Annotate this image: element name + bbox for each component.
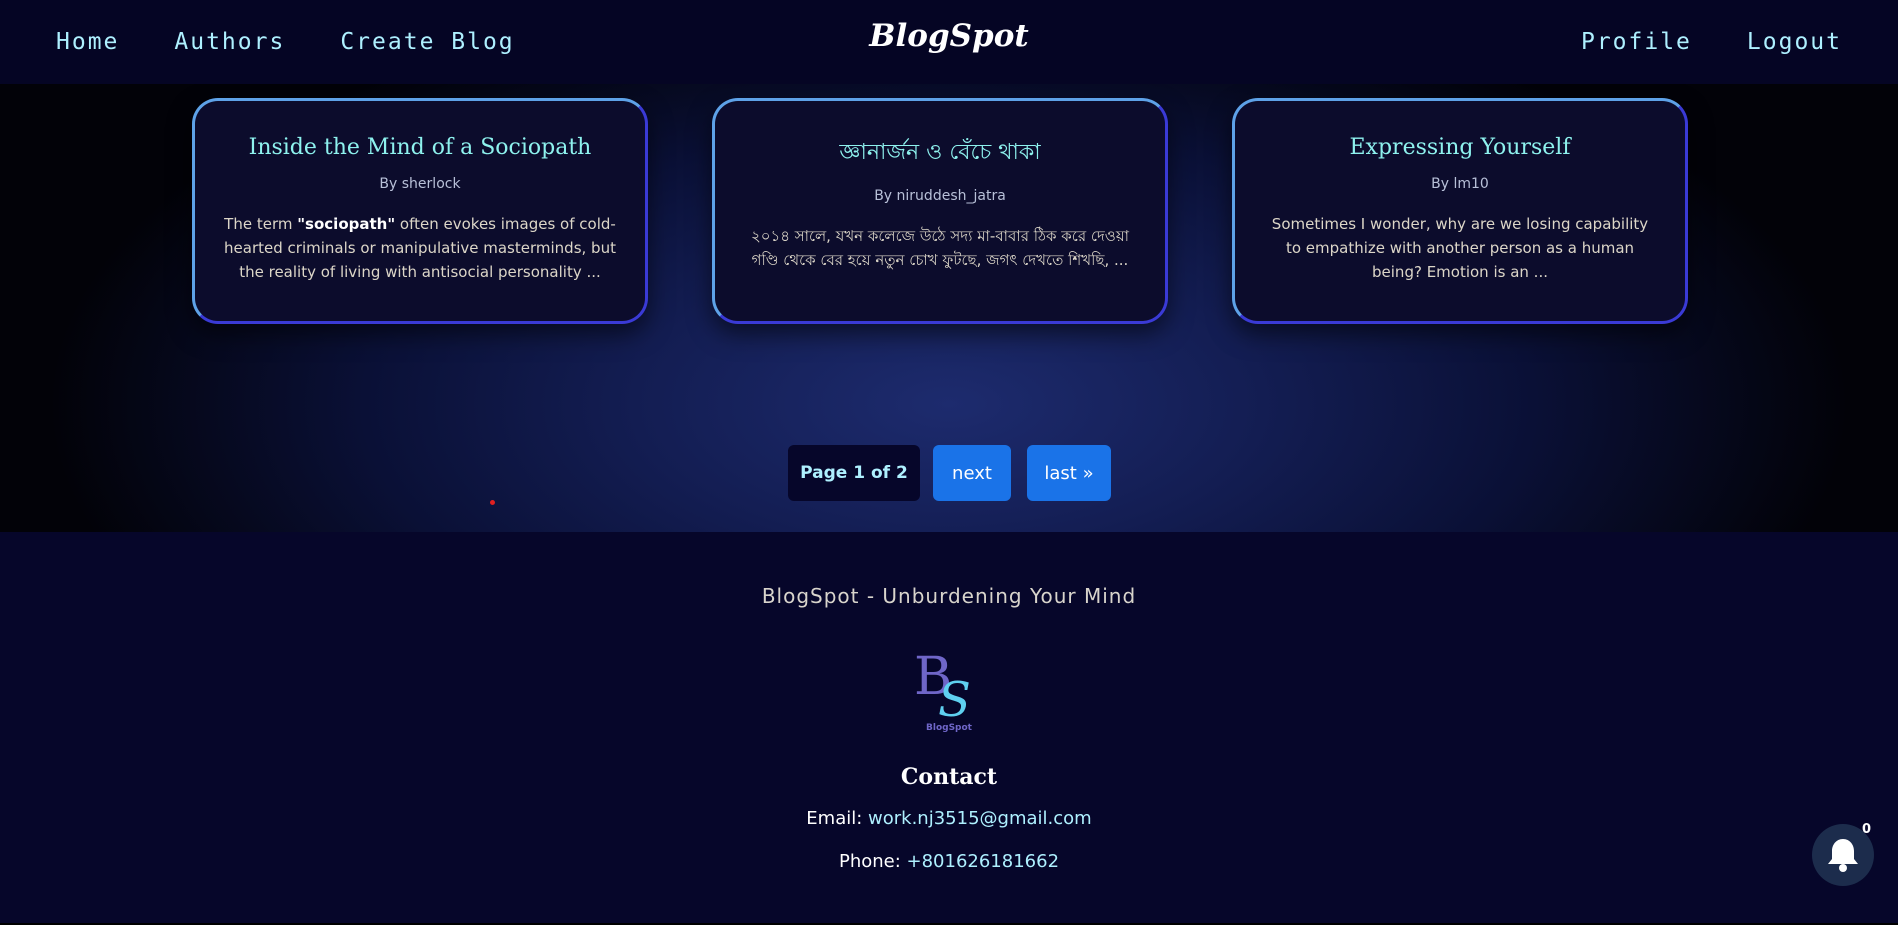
- footer-tagline: BlogSpot - Unburdening Your Mind: [761, 584, 1137, 608]
- nav-logout-link[interactable]: Logout: [1747, 29, 1842, 55]
- blog-card-title[interactable]: জ্ঞানার্জন ও বেঁচে থাকা: [743, 135, 1137, 172]
- blog-card-author: By niruddesh_jatra: [874, 188, 1006, 204]
- blog-card-excerpt: The term "sociopath" often evokes images…: [223, 212, 617, 284]
- blog-card-title[interactable]: Inside the Mind of a Sociopath: [223, 135, 617, 160]
- email-label: Email:: [806, 808, 869, 829]
- navbar: Home Authors Create Blog BlogSpot Profil…: [0, 0, 1898, 84]
- footer: BlogSpot - Unburdening Your Mind B S Blo…: [0, 532, 1898, 925]
- blog-card-author: By lm10: [1431, 176, 1489, 192]
- nav-home-link[interactable]: Home: [56, 29, 119, 55]
- excerpt-bold-text: "sociopath": [297, 215, 396, 233]
- page-indicator: Page 1 of 2: [788, 445, 920, 501]
- blog-card-excerpt: Sometimes I wonder, why are we losing ca…: [1271, 215, 1649, 281]
- contact-phone: Phone: +801626181662: [0, 851, 1898, 872]
- contact-heading: Contact: [900, 764, 998, 790]
- blog-card-title[interactable]: Expressing Yourself: [1263, 135, 1657, 160]
- nav-profile-link[interactable]: Profile: [1581, 29, 1692, 55]
- email-link[interactable]: work.nj3515@gmail.com: [868, 808, 1092, 829]
- phone-label: Phone:: [838, 851, 907, 872]
- nav-create-blog-link[interactable]: Create Blog: [340, 29, 514, 55]
- blog-card[interactable]: Expressing Yourself By lm10 Sometimes I …: [1232, 98, 1688, 324]
- blog-card-excerpt: ২০১৪ সালে, যখন কলেজে উঠে সদ্য মা-বাবার ঠ…: [750, 227, 1130, 269]
- cursor-dot: [490, 500, 495, 505]
- last-page-button[interactable]: last »: [1027, 445, 1111, 501]
- notification-count: 0: [1862, 822, 1872, 837]
- pagination: Page 1 of 2 next last »: [0, 445, 1898, 503]
- next-page-button[interactable]: next: [933, 445, 1011, 501]
- brand-link[interactable]: BlogSpot: [869, 18, 1028, 54]
- nav-authors-link[interactable]: Authors: [174, 29, 285, 55]
- contact-email: Email: work.nj3515@gmail.com: [0, 808, 1898, 829]
- excerpt-text: The term: [224, 215, 298, 233]
- bell-icon: [1828, 839, 1858, 872]
- phone-link[interactable]: +801626181662: [907, 851, 1060, 872]
- logo-caption: BlogSpot: [926, 723, 973, 733]
- blog-card[interactable]: Inside the Mind of a Sociopath By sherlo…: [192, 98, 648, 324]
- blog-card-author: By sherlock: [379, 176, 461, 192]
- blog-list-section: Inside the Mind of a Sociopath By sherlo…: [0, 84, 1898, 532]
- svg-text:S: S: [938, 672, 971, 728]
- nav-left-group: Home Authors Create Blog: [56, 0, 515, 84]
- blogspot-logo-icon: B S BlogSpot: [914, 647, 973, 733]
- nav-right-group: Profile Logout: [1581, 0, 1842, 84]
- blog-card[interactable]: জ্ঞানার্জন ও বেঁচে থাকা By niruddesh_jat…: [712, 98, 1168, 324]
